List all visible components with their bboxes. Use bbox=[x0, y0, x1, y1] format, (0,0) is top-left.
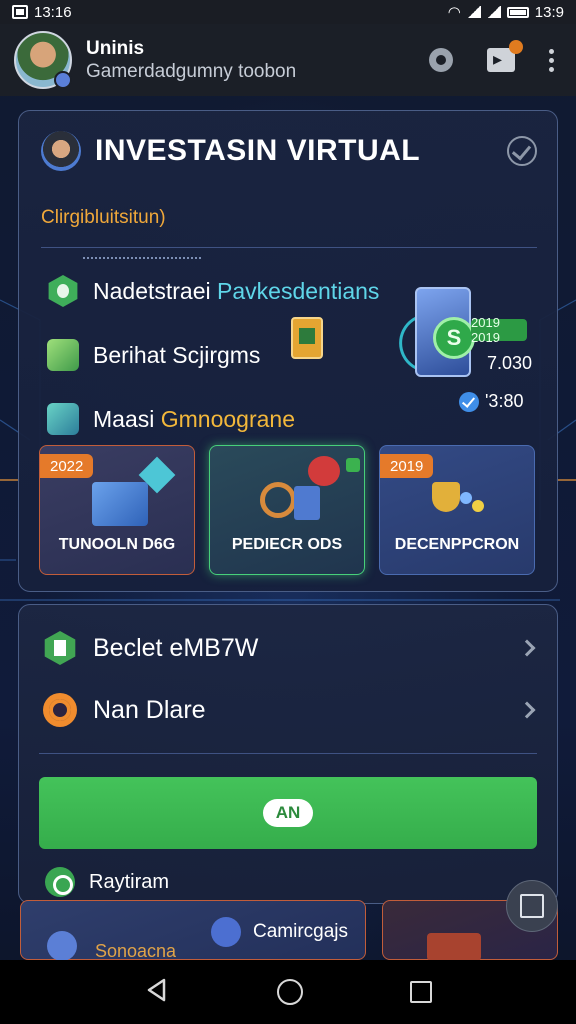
card-logo bbox=[41, 131, 81, 171]
actions-card: Beclet eMB7W Nan Dlare AN Raytiram bbox=[18, 604, 558, 904]
cube-icon bbox=[47, 403, 79, 435]
user-name: Uninis bbox=[86, 37, 145, 59]
user-subtitle: Gamerdadgumny toobon bbox=[86, 60, 297, 82]
shield-icon bbox=[47, 931, 77, 961]
list-item-nan-dlare[interactable]: Nan Dlare bbox=[43, 685, 536, 735]
tile-tag: 2022 bbox=[40, 454, 94, 478]
notification-icon bbox=[12, 5, 28, 19]
tile-pediecr[interactable]: PEDIECR ODS bbox=[209, 445, 365, 575]
card-art-icon bbox=[92, 482, 148, 526]
user-info: Uninis Gamerdadgumny toobon bbox=[86, 38, 296, 83]
network-icon bbox=[460, 492, 472, 504]
magnifier-icon bbox=[260, 482, 296, 518]
shield-icon bbox=[44, 631, 76, 665]
settings-icon bbox=[45, 867, 75, 897]
list-item-label: Nan Dlare bbox=[93, 695, 206, 724]
list-item-label: Beclet eMB7W bbox=[93, 633, 259, 662]
clipboard-icon bbox=[294, 486, 320, 520]
peek-label-center: Camircgajs bbox=[253, 921, 349, 942]
status-bar: 13:16 ◠ 13:9 bbox=[0, 0, 576, 24]
footer-item[interactable]: Raytiram bbox=[45, 867, 169, 897]
navigation-bar bbox=[0, 960, 576, 1024]
verified-icon bbox=[459, 391, 479, 412]
back-icon bbox=[147, 978, 165, 1001]
tile-label: TUNOOLN D6G bbox=[58, 536, 176, 553]
chevron-right-icon bbox=[518, 701, 536, 719]
list-item[interactable]: Berihat Scjirgms bbox=[47, 323, 379, 387]
coin-icon bbox=[43, 693, 77, 727]
divider bbox=[39, 753, 537, 754]
primary-action-label: AN bbox=[263, 799, 313, 827]
dotted-underline bbox=[83, 257, 201, 259]
investment-card: INVESTASIN VIRTUAL Clirgibluitsitun) Nad… bbox=[18, 110, 558, 592]
edit-fab-button[interactable] bbox=[506, 880, 558, 932]
list-item[interactable]: Nadetstraei Pavkesdentians bbox=[47, 259, 379, 323]
peek-card-left[interactable]: Sonoacna Camircgajs bbox=[20, 900, 366, 961]
row-accent: Pavkesdentians bbox=[217, 277, 380, 304]
status-time-right: 13:9 bbox=[534, 3, 564, 21]
check-icon[interactable] bbox=[507, 136, 537, 166]
app-header: Uninis Gamerdadgumny toobon bbox=[0, 24, 576, 96]
chevron-right-icon bbox=[518, 639, 536, 657]
row-label: Maasi bbox=[93, 405, 155, 432]
row-gold-text: Gmnoograne bbox=[160, 405, 295, 432]
card-subtitle: Clirgibluitsitun) bbox=[41, 207, 166, 228]
coin-icon: S bbox=[433, 317, 475, 359]
stat-value: 7.030 bbox=[487, 353, 533, 373]
tile-grid: 2022 TUNOOLN D6G PEDIECR ODS 2019 DECENP… bbox=[39, 445, 535, 575]
tile-decenppcron[interactable]: 2019 DECENPPCRON bbox=[379, 445, 535, 575]
cup-icon bbox=[308, 456, 340, 486]
tile-label: DECENPPCRON bbox=[394, 536, 520, 553]
tile-label: PEDIECR ODS bbox=[231, 536, 343, 553]
stat-value-2: '3:80 bbox=[485, 391, 524, 411]
row-label: Nadetstraei bbox=[93, 277, 211, 304]
shield-icon bbox=[48, 275, 78, 307]
chat-icon[interactable] bbox=[429, 48, 453, 72]
card-title: INVESTASIN VIRTUAL bbox=[95, 134, 421, 167]
battery-icon bbox=[506, 6, 529, 18]
back-button[interactable] bbox=[144, 977, 170, 1008]
video-icon[interactable] bbox=[487, 40, 523, 72]
trophy-icon bbox=[432, 482, 460, 512]
avatar[interactable] bbox=[14, 31, 72, 89]
footer-label: Raytiram bbox=[89, 870, 170, 893]
calendar-icon bbox=[211, 917, 241, 947]
signal-icon bbox=[466, 6, 481, 18]
peek-row: Sonoacna Camircgajs bbox=[18, 900, 558, 961]
peek-label-left: Sonoacna bbox=[95, 941, 177, 961]
signal-icon-2 bbox=[486, 6, 501, 18]
status-badge: 2019 2019 bbox=[471, 315, 527, 345]
list-item-beclet[interactable]: Beclet eMB7W bbox=[43, 623, 536, 673]
wifi-icon: ◠ bbox=[447, 4, 461, 21]
list-item[interactable]: Maasi Gmnoograne bbox=[47, 387, 379, 451]
tile-tunoolin[interactable]: 2022 TUNOOLN D6G bbox=[39, 445, 195, 575]
cube-icon bbox=[47, 339, 79, 371]
status-time-left: 13:16 bbox=[34, 3, 72, 21]
small-lock-icon bbox=[346, 458, 360, 472]
row-label: Berihat Scjirgms bbox=[93, 341, 261, 368]
home-button[interactable] bbox=[276, 979, 303, 1005]
notification-badge bbox=[509, 40, 523, 54]
primary-action-button[interactable]: AN bbox=[39, 777, 537, 849]
document-icon bbox=[291, 317, 323, 359]
avatar-status-icon bbox=[54, 71, 72, 89]
more-icon[interactable] bbox=[549, 48, 554, 72]
chest-icon bbox=[427, 933, 481, 961]
divider bbox=[41, 247, 537, 248]
tile-tag: 2019 bbox=[380, 454, 434, 478]
recent-apps-button[interactable] bbox=[410, 981, 433, 1003]
